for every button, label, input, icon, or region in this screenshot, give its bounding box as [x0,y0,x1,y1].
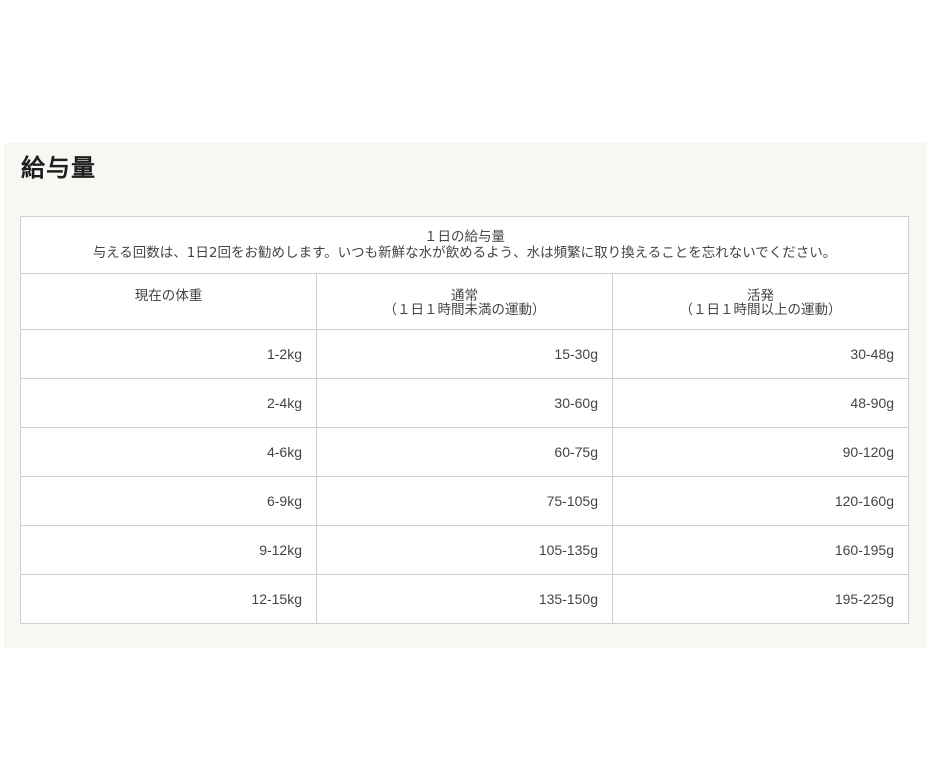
weight-cell: 9-12kg [20,525,317,575]
active-amount-cell: 160-195g [611,525,910,575]
section-title: 給与量 [21,154,96,182]
table-row: 9-12kg 105-135g 160-195g [20,525,910,575]
weight-cell: 4-6kg [20,427,317,477]
header-weight: 現在の体重 [20,273,317,330]
header-active: 活発 （１日１時間以上の運動） [611,273,910,330]
caption-note: 与える回数は、1日2回をお勧めします。いつも新鮮な水が飲めるよう、水は頻繁に取り… [92,245,837,261]
weight-cell: 1-2kg [20,329,317,379]
table-row: 2-4kg 30-60g 48-90g [20,378,910,428]
feeding-table: １日の給与量 与える回数は、1日2回をお勧めします。いつも新鮮な水が飲めるよう、… [19,216,910,624]
normal-amount-cell: 135-150g [316,574,613,624]
normal-amount-cell: 15-30g [316,329,613,379]
weight-cell: 2-4kg [20,378,317,428]
caption-title: １日の給与量 [424,229,505,245]
normal-amount-cell: 75-105g [316,476,613,526]
active-amount-cell: 30-48g [611,329,910,379]
normal-amount-cell: 105-135g [316,525,613,575]
weight-cell: 12-15kg [20,574,317,624]
normal-amount-cell: 60-75g [316,427,613,477]
normal-amount-cell: 30-60g [316,378,613,428]
table-row: 12-15kg 135-150g 195-225g [20,574,910,624]
weight-cell: 6-9kg [20,476,317,526]
feeding-amount-section: 給与量 １日の給与量 与える回数は、1日2回をお勧めします。いつも新鮮な水が飲め… [4,143,927,648]
table-row: 4-6kg 60-75g 90-120g [20,427,910,477]
table-header-row: 現在の体重 通常 （１日１時間未満の運動） 活発 （１日１時間以上の運動） [20,273,910,330]
active-amount-cell: 195-225g [611,574,910,624]
active-amount-cell: 90-120g [611,427,910,477]
header-normal: 通常 （１日１時間未満の運動） [316,273,613,330]
table-caption-row: １日の給与量 与える回数は、1日2回をお勧めします。いつも新鮮な水が飲めるよう、… [19,216,910,274]
table-caption: １日の給与量 与える回数は、1日2回をお勧めします。いつも新鮮な水が飲めるよう、… [19,216,910,274]
table-row: 1-2kg 15-30g 30-48g [20,329,910,379]
table-row: 6-9kg 75-105g 120-160g [20,476,910,526]
active-amount-cell: 120-160g [611,476,910,526]
active-amount-cell: 48-90g [611,378,910,428]
